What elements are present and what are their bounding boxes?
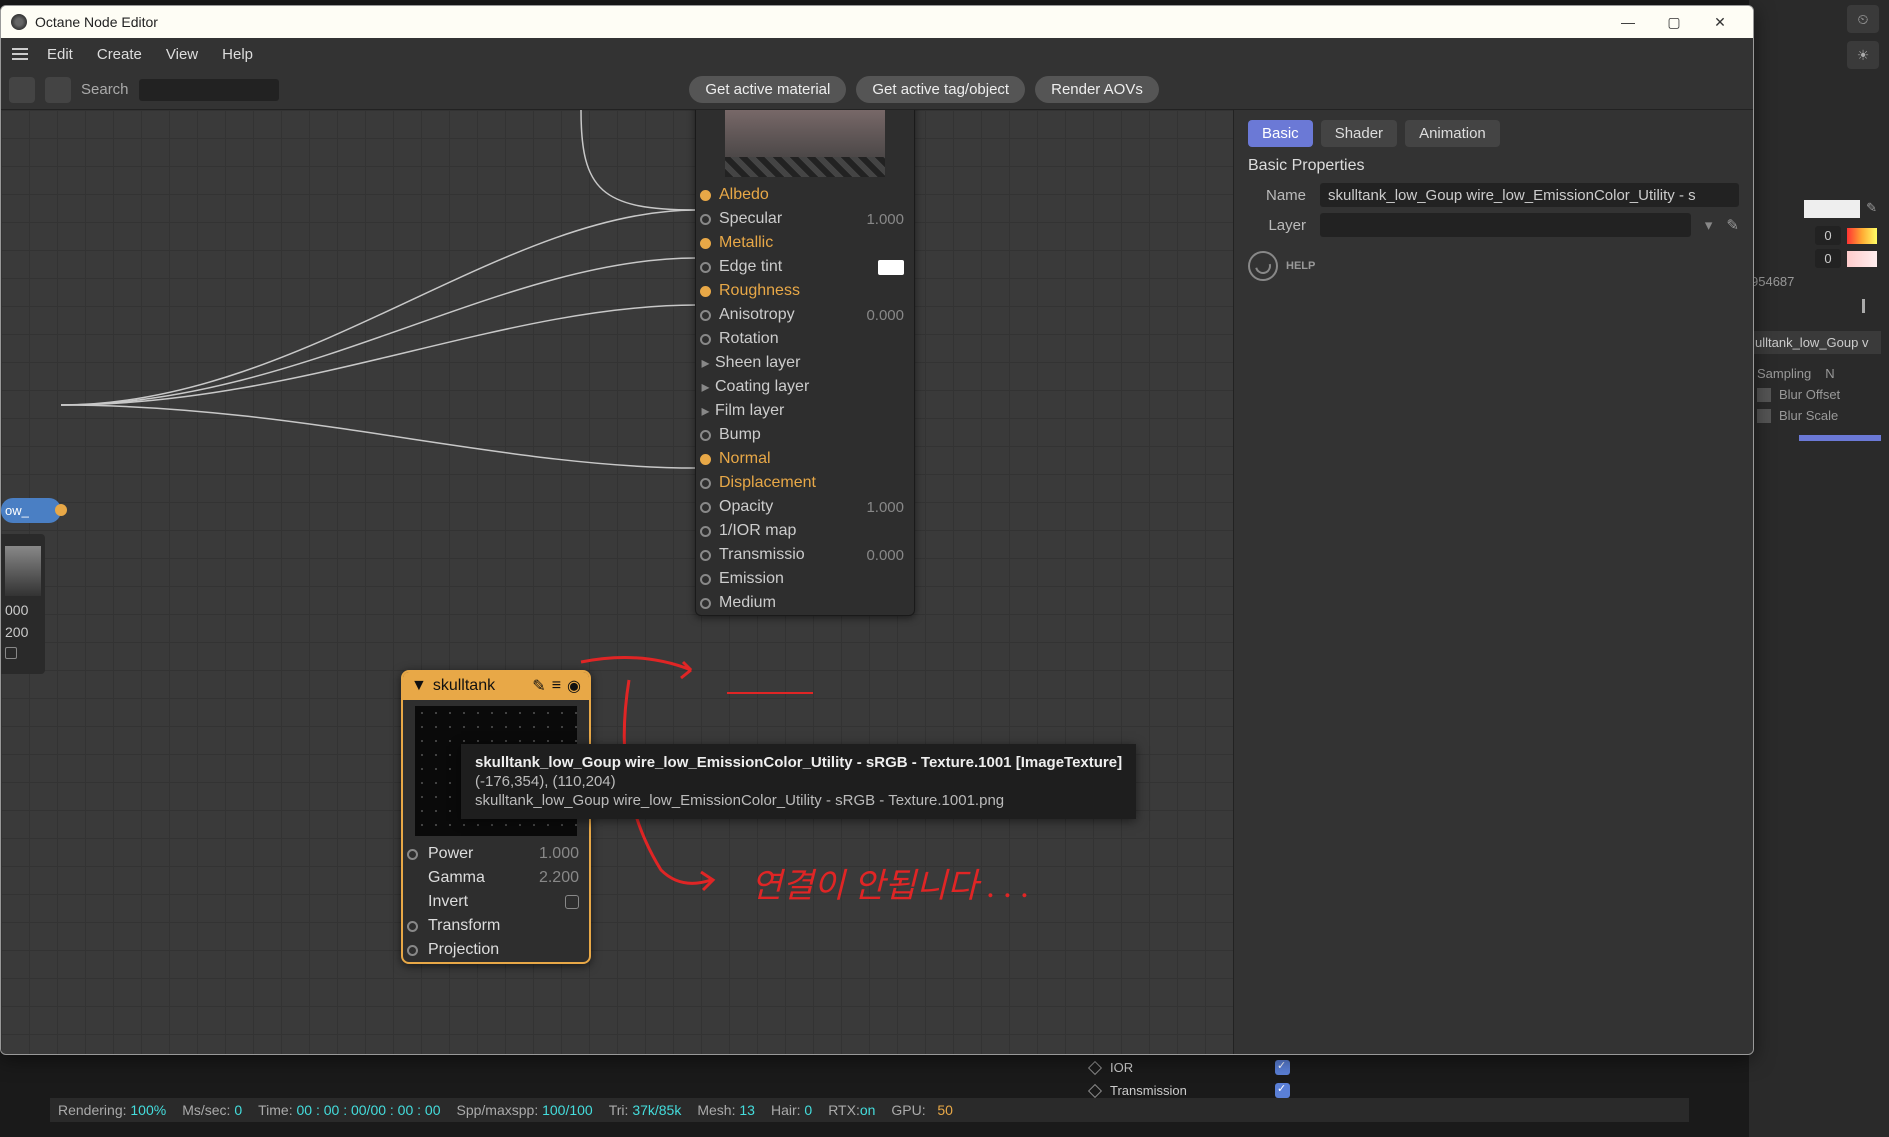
material-input-roughness[interactable]: Roughness xyxy=(696,279,914,303)
material-input-coatinglayer[interactable]: ▸Coating layer xyxy=(696,375,914,399)
material-input-opacity[interactable]: Opacity1.000 xyxy=(696,495,914,519)
clock-icon[interactable]: ⏲ xyxy=(1847,5,1879,33)
texture-input-transform[interactable]: Transform xyxy=(403,914,589,938)
edit-icon[interactable]: ✎ xyxy=(1726,216,1739,234)
window-title: Octane Node Editor xyxy=(35,14,158,30)
properties-header: Basic Properties xyxy=(1248,157,1739,175)
eyedropper-icon[interactable]: ✎ xyxy=(1866,200,1877,218)
texture-input-power[interactable]: Power1.000 xyxy=(403,842,589,866)
background-right-panel: ⏲ ☀ ✎ 0 0 954687 ulltank_low_Goup v Samp… xyxy=(1749,0,1889,1137)
transmission-checkbox[interactable] xyxy=(1275,1083,1290,1098)
annotation-arrows xyxy=(1,110,1233,1054)
material-input-specular[interactable]: Specular1.000 xyxy=(696,207,914,231)
menu-create[interactable]: Create xyxy=(87,42,152,67)
annotation-text: 연결이 안됩니다 . . . xyxy=(751,858,1029,907)
search-label: Search xyxy=(81,81,129,98)
annotation-underline xyxy=(727,692,813,694)
material-input-normal[interactable]: Normal xyxy=(696,447,914,471)
name-field[interactable]: skulltank_low_Goup wire_low_EmissionColo… xyxy=(1320,183,1739,207)
panel-label: ulltank_low_Goup v xyxy=(1749,331,1881,354)
dropdown-icon[interactable]: ▾ xyxy=(1705,216,1713,234)
app-logo-icon xyxy=(11,14,27,30)
material-input-rotation[interactable]: Rotation xyxy=(696,327,914,351)
ior-checkbox[interactable] xyxy=(1275,1060,1290,1075)
material-input-edgetint[interactable]: Edge tint xyxy=(696,255,914,279)
tab-n[interactable]: N xyxy=(1825,366,1834,381)
menu-edit[interactable]: Edit xyxy=(37,42,83,67)
node-canvas[interactable]: ow_ 000 200 AlbedoSpecular1.000MetallicE… xyxy=(1,110,1233,1054)
toolbar: Search Get active material Get active ta… xyxy=(1,70,1753,110)
texture-node-title: skulltank xyxy=(433,677,495,695)
material-input-anisotropy[interactable]: Anisotropy0.000 xyxy=(696,303,914,327)
texture-input-gamma[interactable]: Gamma2.200 xyxy=(403,866,589,890)
minimize-button[interactable]: — xyxy=(1605,6,1651,38)
material-input-displacement[interactable]: Displacement xyxy=(696,471,914,495)
material-input-albedo[interactable]: Albedo xyxy=(696,183,914,207)
menubar: Edit Create View Help xyxy=(1,38,1753,70)
input-node-partial[interactable]: ow_ xyxy=(1,498,61,523)
material-input-filmlayer[interactable]: ▸Film layer xyxy=(696,399,914,423)
material-input-bump[interactable]: Bump xyxy=(696,423,914,447)
titlebar[interactable]: Octane Node Editor — ▢ ✕ xyxy=(1,6,1753,38)
get-active-tag-button[interactable]: Get active tag/object xyxy=(856,76,1025,103)
search-input[interactable] xyxy=(139,79,279,101)
material-input-transmissio[interactable]: Transmissio0.000 xyxy=(696,543,914,567)
render-aovs-button[interactable]: Render AOVs xyxy=(1035,76,1159,103)
node-tooltip: skulltank_low_Goup wire_low_EmissionColo… xyxy=(461,744,1136,819)
value-2[interactable]: 0 xyxy=(1815,249,1841,268)
material-thumbnail xyxy=(725,110,885,177)
tab-sampling[interactable]: Sampling xyxy=(1757,366,1811,381)
node-wires xyxy=(1,110,1233,1054)
hamburger-icon[interactable] xyxy=(7,41,33,67)
material-input-sheenlayer[interactable]: ▸Sheen layer xyxy=(696,351,914,375)
list-icon[interactable]: ≡ xyxy=(552,677,561,695)
edge-panel: 000 200 xyxy=(1,534,45,674)
tab-basic[interactable]: Basic xyxy=(1248,120,1313,147)
get-active-material-button[interactable]: Get active material xyxy=(689,76,846,103)
layer-field[interactable] xyxy=(1320,213,1691,237)
help-label: HELP xyxy=(1286,260,1315,272)
octane-node-editor-window: Octane Node Editor — ▢ ✕ Edit Create Vie… xyxy=(0,5,1754,1055)
material-input-iormap[interactable]: 1/IOR map xyxy=(696,519,914,543)
target-icon[interactable]: ◉ xyxy=(567,676,581,696)
status-bar: Rendering: 100% Ms/sec: 0 Time: 00 : 00 … xyxy=(50,1098,1689,1122)
texture-input-projection[interactable]: Projection xyxy=(403,938,589,962)
tool-icon-1[interactable] xyxy=(9,77,35,103)
tool-icon-2[interactable] xyxy=(45,77,71,103)
material-input-medium[interactable]: Medium xyxy=(696,591,914,615)
material-input-metallic[interactable]: Metallic xyxy=(696,231,914,255)
tab-shader[interactable]: Shader xyxy=(1321,120,1397,147)
help-icon[interactable] xyxy=(1248,251,1278,281)
menu-view[interactable]: View xyxy=(156,42,208,67)
sun-icon[interactable]: ☀ xyxy=(1847,41,1879,69)
material-node[interactable]: AlbedoSpecular1.000MetallicEdge tintRoug… xyxy=(695,110,915,616)
collapse-icon[interactable]: ▼ xyxy=(411,677,427,695)
close-button[interactable]: ✕ xyxy=(1697,6,1743,38)
material-input-emission[interactable]: Emission xyxy=(696,567,914,591)
brush-icon[interactable]: ✎ xyxy=(532,676,545,696)
menu-help[interactable]: Help xyxy=(212,42,263,67)
properties-panel: Basic Shader Animation Basic Properties … xyxy=(1233,110,1753,1054)
value-1[interactable]: 0 xyxy=(1815,226,1841,245)
layer-label: Layer xyxy=(1248,217,1306,234)
texture-input-invert[interactable]: Invert xyxy=(403,890,589,914)
maximize-button[interactable]: ▢ xyxy=(1651,6,1697,38)
tab-animation[interactable]: Animation xyxy=(1405,120,1500,147)
value-3: 954687 xyxy=(1749,274,1881,289)
name-label: Name xyxy=(1248,187,1306,204)
